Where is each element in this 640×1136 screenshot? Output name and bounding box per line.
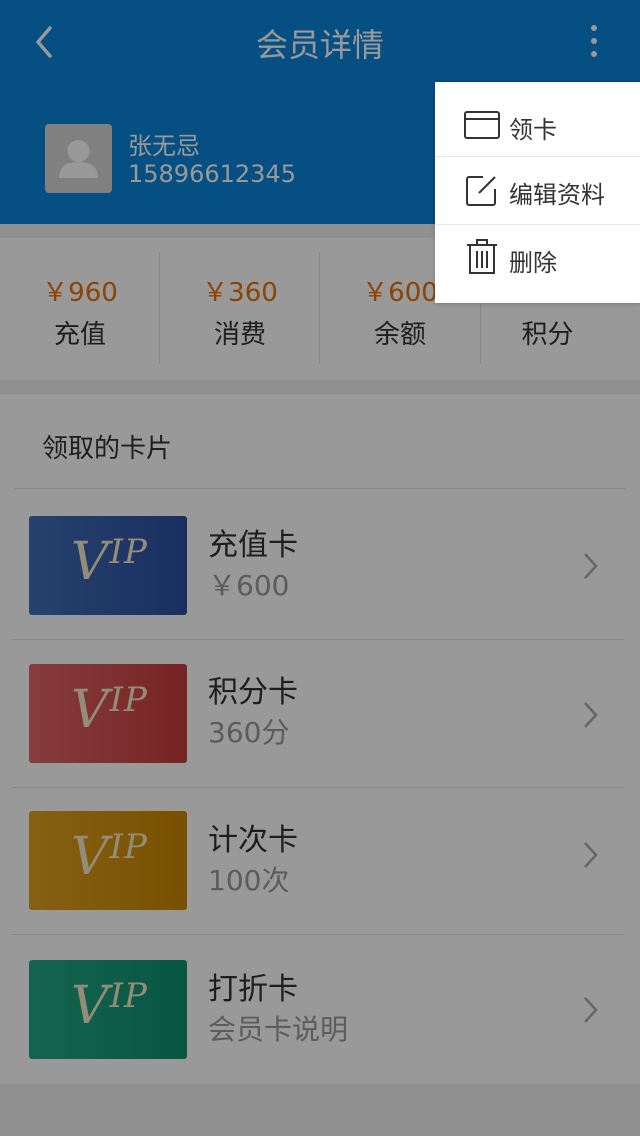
menu-item-label: 编辑资料 — [509, 181, 605, 209]
trash-icon — [467, 239, 497, 274]
edit-icon — [466, 176, 496, 206]
menu-item-label: 领卡 — [509, 116, 557, 144]
menu-item-delete[interactable]: 删除 — [435, 225, 640, 293]
menu-item-label: 删除 — [509, 249, 557, 277]
menu-item-claim-card[interactable]: 领卡 — [435, 92, 640, 160]
options-menu: 领卡 编辑资料 删除 — [435, 82, 640, 303]
card-icon — [464, 111, 500, 139]
menu-item-edit-profile[interactable]: 编辑资料 — [435, 157, 640, 225]
